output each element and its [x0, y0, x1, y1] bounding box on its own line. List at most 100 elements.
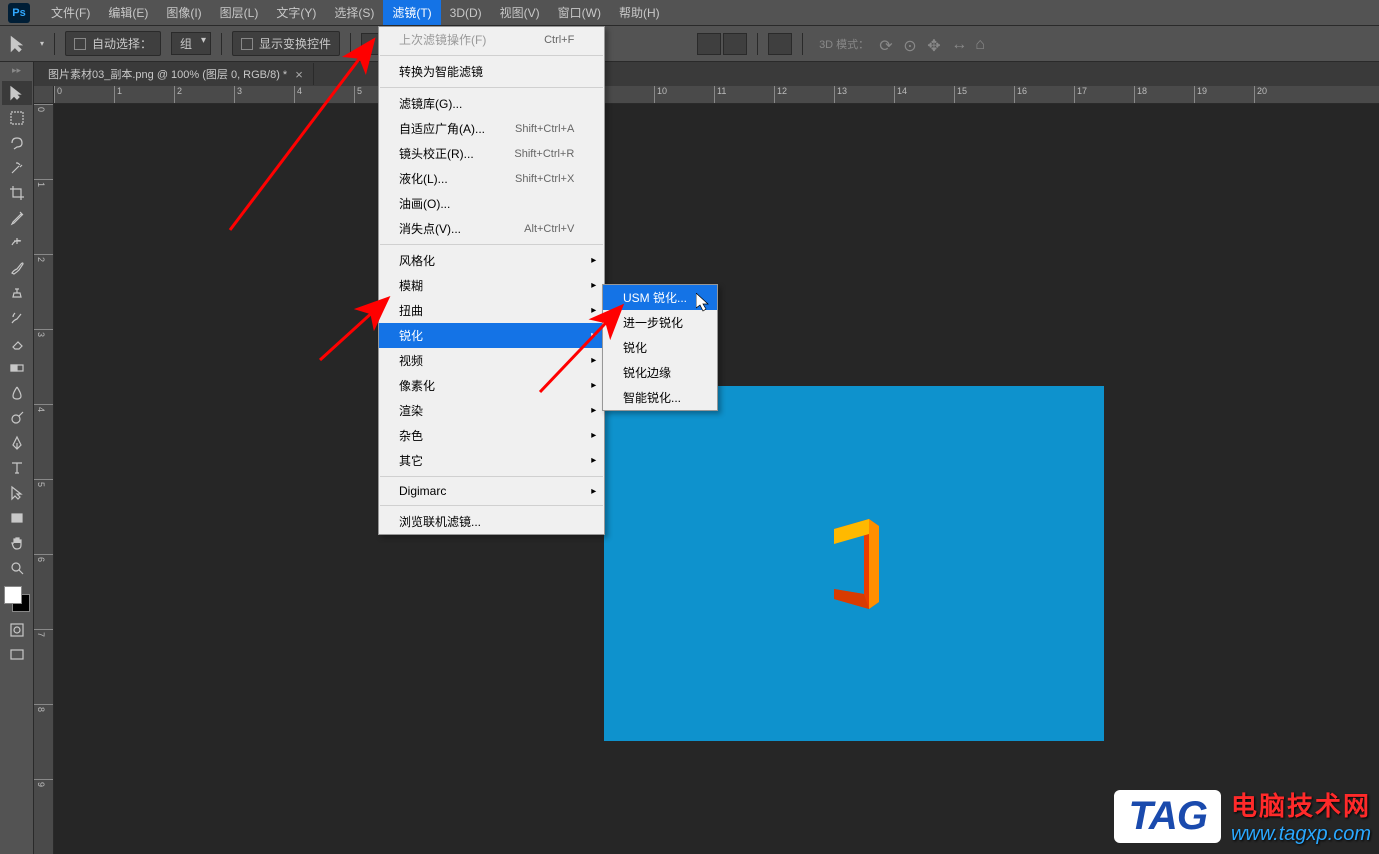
menu-help[interactable]: 帮助(H)	[610, 0, 669, 25]
tag-logo: TAG	[1114, 790, 1220, 843]
menu-stylize[interactable]: 风格化▸	[379, 248, 604, 273]
ruler-tick: 1	[34, 179, 53, 254]
pen-tool[interactable]	[2, 431, 32, 455]
ruler-tick: 13	[834, 86, 894, 103]
blur-tool[interactable]	[2, 381, 32, 405]
menu-image[interactable]: 图像(I)	[157, 0, 210, 25]
menu-other[interactable]: 其它▸	[379, 448, 604, 473]
menu-window[interactable]: 窗口(W)	[549, 0, 610, 25]
slide-3d-icon[interactable]: ↔	[951, 36, 967, 52]
pan-3d-icon[interactable]: ✥	[927, 36, 943, 52]
dist-btn[interactable]	[723, 33, 747, 55]
tools-panel: ▸▸	[0, 62, 34, 854]
menu-blur[interactable]: 模糊▸	[379, 273, 604, 298]
type-tool[interactable]	[2, 456, 32, 480]
menu-type[interactable]: 文字(Y)	[267, 0, 325, 25]
document-title: 图片素材03_副本.png @ 100% (图层 0, RGB/8) *	[48, 66, 287, 82]
ruler-tick: 0	[34, 104, 53, 179]
menu-adaptive-wide[interactable]: 自适应广角(A)...Shift+Ctrl+A	[379, 116, 604, 141]
move-tool-indicator-icon[interactable]	[8, 34, 30, 54]
ruler-tick: 20	[1254, 86, 1314, 103]
mode-3d-label: 3D 模式：	[819, 36, 869, 52]
watermark: TAG 电脑技术网 www.tagxp.com	[1114, 786, 1371, 846]
panel-grip-icon[interactable]: ▸▸	[0, 62, 33, 80]
ruler-tick: 6	[34, 554, 53, 629]
menu-separator	[380, 505, 603, 506]
menu-view[interactable]: 视图(V)	[491, 0, 549, 25]
move-tool-dropdown-icon[interactable]: ▾	[40, 39, 44, 48]
ruler-vertical[interactable]: 0123456789	[34, 104, 54, 854]
menu-digimarc[interactable]: Digimarc▸	[379, 480, 604, 502]
magic-wand-tool[interactable]	[2, 156, 32, 180]
brush-tool[interactable]	[2, 256, 32, 280]
submenu-smart-sharpen[interactable]: 智能锐化...	[603, 385, 717, 410]
ruler-horizontal[interactable]: 01234567891011121314151617181920	[54, 86, 1379, 104]
menu-liquify[interactable]: 液化(L)...Shift+Ctrl+X	[379, 166, 604, 191]
menu-layer[interactable]: 图层(L)	[211, 0, 268, 25]
menu-filter-gallery[interactable]: 滤镜库(G)...	[379, 91, 604, 116]
mode-3d-icons: ⟳ ⊙ ✥ ↔ ⌂	[879, 36, 991, 52]
ruler-tick: 12	[774, 86, 834, 103]
move-tool[interactable]	[2, 81, 32, 105]
show-transform-checkbox[interactable]	[241, 38, 253, 50]
menu-last-filter[interactable]: 上次滤镜操作(F)Ctrl+F	[379, 27, 604, 52]
zoom-tool[interactable]	[2, 556, 32, 580]
auto-select-dropdown[interactable]: 组	[171, 32, 211, 55]
eraser-tool[interactable]	[2, 331, 32, 355]
menu-render[interactable]: 渲染▸	[379, 398, 604, 423]
menu-oil-paint[interactable]: 油画(O)...	[379, 191, 604, 216]
menu-sharpen[interactable]: 锐化▸	[379, 323, 604, 348]
menu-distort[interactable]: 扭曲▸	[379, 298, 604, 323]
menu-convert-smart[interactable]: 转换为智能滤镜	[379, 59, 604, 84]
dodge-tool[interactable]	[2, 406, 32, 430]
foreground-color-swatch[interactable]	[4, 586, 22, 604]
marquee-tool[interactable]	[2, 106, 32, 130]
close-tab-icon[interactable]: ×	[295, 67, 303, 82]
path-select-tool[interactable]	[2, 481, 32, 505]
clone-stamp-tool[interactable]	[2, 281, 32, 305]
canvas-image[interactable]	[604, 386, 1104, 741]
dist-btn[interactable]	[768, 33, 792, 55]
auto-select-checkbox[interactable]	[74, 38, 86, 50]
screen-mode-icon[interactable]	[2, 643, 32, 667]
menu-video[interactable]: 视频▸	[379, 348, 604, 373]
document-tab[interactable]: 图片素材03_副本.png @ 100% (图层 0, RGB/8) * ×	[38, 63, 314, 85]
lasso-tool[interactable]	[2, 131, 32, 155]
menu-file[interactable]: 文件(F)	[42, 0, 99, 25]
menu-pixelate[interactable]: 像素化▸	[379, 373, 604, 398]
menu-edit[interactable]: 编辑(E)	[99, 0, 157, 25]
menu-select[interactable]: 选择(S)	[325, 0, 383, 25]
history-brush-tool[interactable]	[2, 306, 32, 330]
dist-btn[interactable]	[697, 33, 721, 55]
healing-brush-tool[interactable]	[2, 231, 32, 255]
gradient-tool[interactable]	[2, 356, 32, 380]
crop-tool[interactable]	[2, 181, 32, 205]
color-swatches[interactable]	[4, 586, 30, 612]
ruler-tick: 2	[34, 254, 53, 329]
eyedropper-tool[interactable]	[2, 206, 32, 230]
quick-mask-icon[interactable]	[2, 618, 32, 642]
rectangle-shape-tool[interactable]	[2, 506, 32, 530]
roll-3d-icon[interactable]: ⊙	[903, 36, 919, 52]
ruler-tick: 1	[114, 86, 174, 103]
canvas-area: 01234567891011121314151617181920 0123456…	[34, 86, 1379, 854]
menu-filter[interactable]: 滤镜(T)	[383, 0, 440, 25]
ruler-tick: 0	[54, 86, 114, 103]
orbit-3d-icon[interactable]: ⟳	[879, 36, 895, 52]
menu-3d[interactable]: 3D(D)	[441, 2, 491, 24]
menu-vanishing[interactable]: 消失点(V)...Alt+Ctrl+V	[379, 216, 604, 241]
menu-noise[interactable]: 杂色▸	[379, 423, 604, 448]
submenu-sharpen-more[interactable]: 进一步锐化	[603, 310, 717, 335]
ruler-tick: 7	[34, 629, 53, 704]
ruler-tick: 8	[34, 704, 53, 779]
office-logo-icon	[814, 514, 894, 614]
menu-lens-correct[interactable]: 镜头校正(R)...Shift+Ctrl+R	[379, 141, 604, 166]
submenu-usm-sharpen[interactable]: USM 锐化...	[603, 285, 717, 310]
menu-browse-online[interactable]: 浏览联机滤镜...	[379, 509, 604, 534]
submenu-sharpen[interactable]: 锐化	[603, 335, 717, 360]
show-transform-group: 显示变换控件	[232, 31, 340, 56]
submenu-sharpen-edges[interactable]: 锐化边缘	[603, 360, 717, 385]
camera-3d-icon[interactable]: ⌂	[975, 36, 991, 52]
watermark-url: www.tagxp.com	[1231, 823, 1371, 846]
hand-tool[interactable]	[2, 531, 32, 555]
